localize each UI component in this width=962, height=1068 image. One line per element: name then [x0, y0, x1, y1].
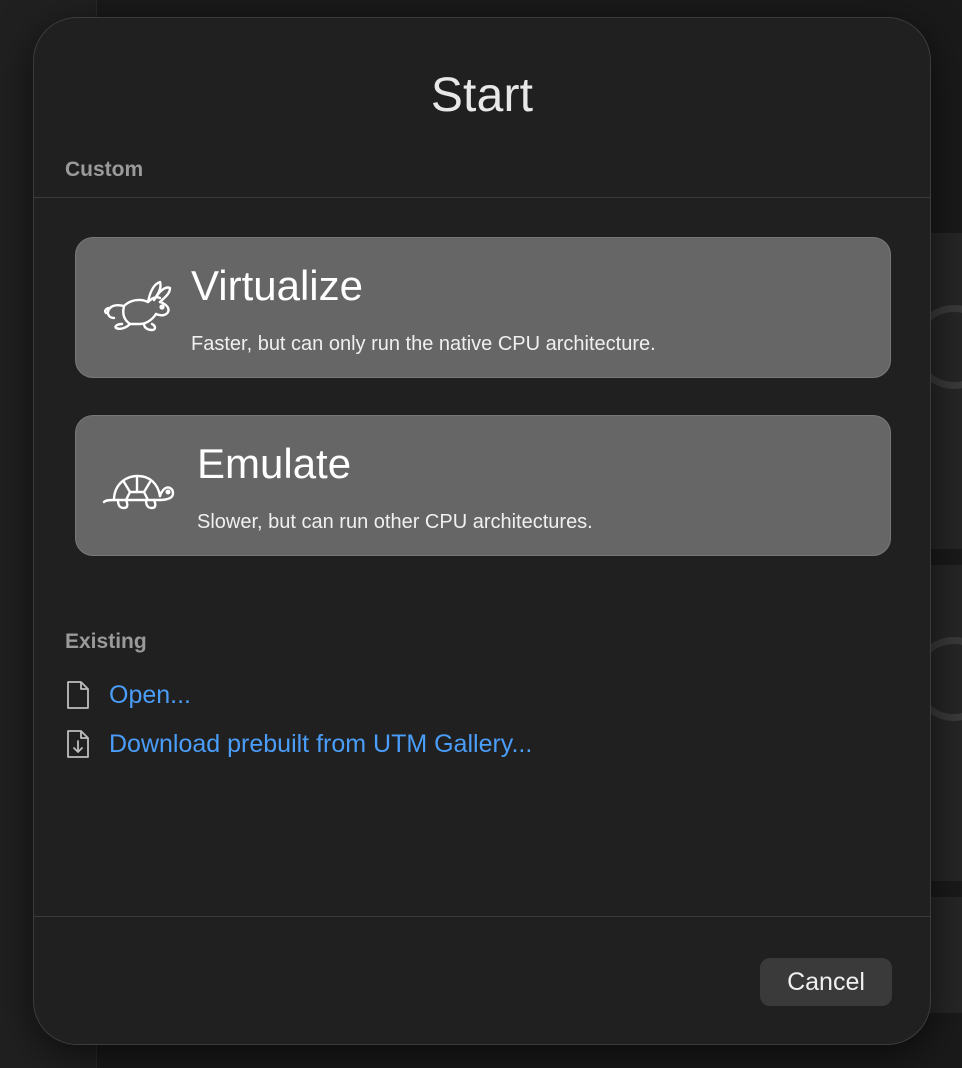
custom-section-label: Custom: [65, 158, 144, 181]
emulate-title: Emulate: [197, 440, 352, 487]
download-gallery-link[interactable]: Download prebuilt from UTM Gallery...: [65, 728, 532, 760]
download-gallery-link-label: Download prebuilt from UTM Gallery...: [109, 729, 533, 758]
document-download-icon: [67, 730, 89, 758]
footer-divider: [34, 916, 930, 917]
tortoise-icon: [102, 474, 175, 510]
virtualize-subtitle: Faster, but can only run the native CPU …: [191, 333, 656, 355]
header-divider: [34, 197, 930, 198]
virtualize-title: Virtualize: [191, 262, 363, 309]
hare-icon: [104, 280, 172, 332]
cancel-button[interactable]: Cancel: [760, 958, 892, 1006]
dialog-title: Start: [430, 69, 534, 122]
open-link[interactable]: Open...: [65, 679, 191, 711]
open-link-label: Open...: [109, 680, 191, 709]
existing-section-label: Existing: [65, 630, 147, 653]
emulate-subtitle: Slower, but can run other CPU architectu…: [197, 511, 593, 533]
start-dialog: Start Custom Virtualize Faster, but can …: [33, 17, 931, 1045]
document-icon: [67, 681, 89, 709]
emulate-option[interactable]: Emulate Slower, but can run other CPU ar…: [75, 415, 891, 556]
virtualize-option[interactable]: Virtualize Faster, but can only run the …: [75, 237, 891, 378]
